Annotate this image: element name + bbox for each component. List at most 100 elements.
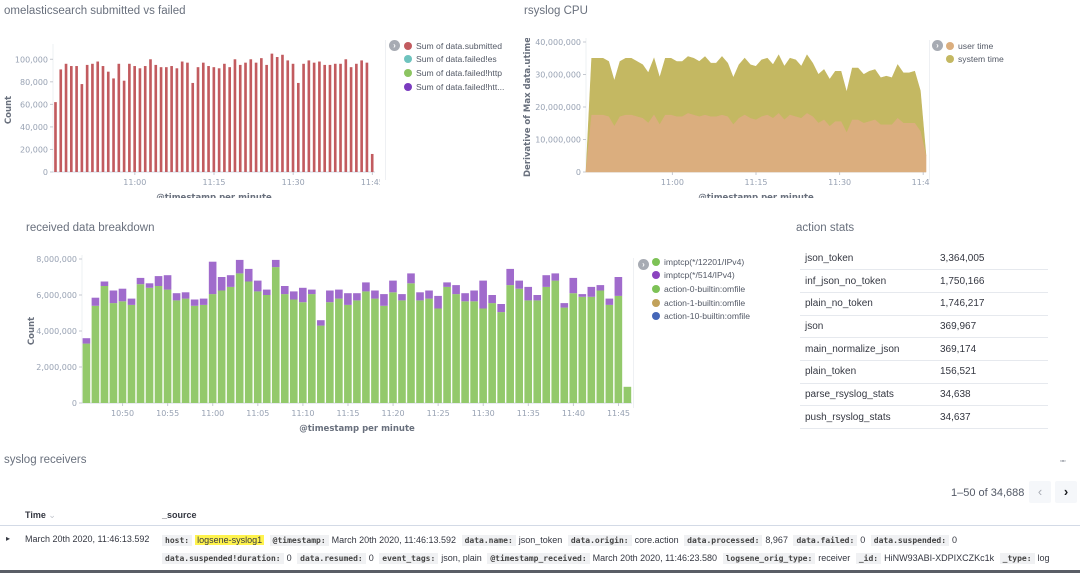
field-value: log (1037, 553, 1050, 563)
legend-dot-icon (652, 298, 660, 307)
column-header-source[interactable]: _source (162, 510, 197, 520)
bar-514 (596, 285, 605, 291)
legend-item[interactable]: Sum of data.failed!http (404, 66, 504, 80)
bar-12201 (623, 386, 632, 403)
x-tick-label: 11:15 (202, 178, 225, 187)
bar-514 (551, 273, 560, 281)
bar-submitted (106, 71, 110, 172)
bar-submitted (281, 54, 284, 172)
bar-12201 (82, 343, 91, 403)
bar-submitted (328, 64, 332, 172)
y-tick-label: 60,000 (20, 100, 48, 109)
field-value: 0 (286, 553, 292, 563)
bar-submitted (196, 67, 200, 172)
y-tick-label: 6,000,000 (36, 291, 77, 300)
legend-dot-icon (946, 41, 954, 50)
action-name: json (800, 315, 940, 339)
bar-submitted (75, 66, 78, 172)
doc-table-header: Time ⌄ _source (0, 508, 1080, 526)
x-tick-label: 11:35 (517, 409, 540, 418)
bar-514 (470, 290, 478, 302)
x-tick-label: 11:25 (427, 409, 450, 418)
bar-12201 (226, 286, 235, 403)
legend-item[interactable]: action-1-builtin:omfile (652, 296, 750, 310)
bar-514 (542, 275, 551, 287)
previous-page-button[interactable]: ‹ (1029, 481, 1051, 503)
bar-514 (235, 259, 244, 274)
bar-514 (208, 261, 217, 295)
legend-item[interactable]: user time (946, 39, 1004, 53)
bar-submitted (270, 53, 274, 172)
bar-submitted (254, 62, 258, 173)
bar-12201 (515, 288, 524, 403)
legend-label: Sum of data.submitted (416, 40, 502, 51)
legend-dot-icon (946, 55, 954, 64)
bar-submitted (291, 63, 295, 173)
bar-12201 (100, 286, 109, 403)
legend-item[interactable]: action-10-builtin:omfile (652, 309, 750, 323)
bar-514 (172, 293, 181, 301)
bar-12201 (127, 304, 136, 403)
bar-12201 (371, 298, 379, 403)
legend-item[interactable]: imptcp(*/12201/IPv4) (652, 255, 750, 269)
legend-item[interactable]: system time (946, 53, 1004, 67)
bar-submitted (128, 63, 131, 173)
legend-toggle-icon[interactable]: › (932, 40, 943, 51)
legend-item[interactable]: imptcp(*/514/IPv4) (652, 269, 750, 283)
bar-submitted (180, 61, 184, 172)
legend-item[interactable]: Sum of data.failed!htt... (404, 80, 504, 94)
bar-submitted (59, 69, 63, 172)
legend-item[interactable]: Sum of data.submitted (404, 39, 504, 53)
column-header-time[interactable]: Time ⌄ (25, 510, 56, 521)
action-count: 369,967 (940, 315, 1048, 339)
sort-icon[interactable]: ⌄ (48, 510, 56, 520)
bar-12201 (145, 287, 154, 403)
field-value: 0 (860, 535, 866, 545)
x-tick-label: 10:50 (111, 409, 134, 418)
field-key: @timestamp: (269, 535, 329, 546)
bar-514 (145, 283, 154, 288)
expand-row-icon[interactable]: ▸ (6, 534, 10, 543)
bar-submitted (223, 63, 226, 173)
legend-dot-icon (652, 271, 660, 280)
x-tick-label: 11:15 (336, 409, 359, 418)
bar-514 (488, 295, 496, 304)
legend-item[interactable]: Sum of data.failed!es (404, 53, 504, 67)
bar-submitted (170, 66, 173, 172)
legend-item[interactable]: action-0-builtin:omfile (652, 282, 750, 296)
panel-options-icon[interactable]: ▫▫▫ (1060, 458, 1066, 465)
bar-12201 (614, 295, 623, 403)
bar-12201 (398, 300, 406, 403)
bar-12201 (118, 301, 127, 403)
bar-514 (181, 292, 190, 299)
bar-12201 (551, 280, 560, 403)
bar-submitted (133, 66, 136, 172)
bar-514 (506, 268, 514, 286)
next-page-button[interactable]: › (1055, 481, 1077, 503)
table-row: plain_token 156,521 (800, 360, 1048, 384)
action-count: 369,174 (940, 337, 1048, 361)
bar-submitted (244, 62, 247, 173)
bar-12201 (280, 294, 289, 403)
bar-submitted (186, 62, 189, 173)
bar-12201 (253, 291, 262, 403)
legend-dot-icon (404, 68, 412, 77)
bar-submitted (302, 63, 305, 173)
table-row: plain_no_token 1,746,217 (800, 292, 1048, 316)
bar-12201 (289, 299, 298, 403)
x-tick-label: 11:10 (291, 409, 314, 418)
field-key: @timestamp_received: (487, 553, 590, 564)
legend-toggle-icon[interactable]: › (389, 40, 400, 51)
bar-514 (335, 289, 343, 299)
bar-514 (136, 277, 145, 285)
legend-toggle-icon[interactable]: › (638, 259, 649, 270)
bar-514 (91, 297, 100, 306)
bar-12201 (91, 305, 100, 403)
legend-label: Sum of data.failed!http (416, 67, 502, 78)
field-key: data.origin: (567, 535, 632, 546)
x-tick-label: 11:00 (661, 178, 684, 187)
table-row: main_normalize_json 369,174 (800, 337, 1048, 361)
bar-12201 (353, 300, 361, 403)
bar-514 (569, 277, 578, 294)
field-key: data.resumed: (297, 553, 366, 564)
